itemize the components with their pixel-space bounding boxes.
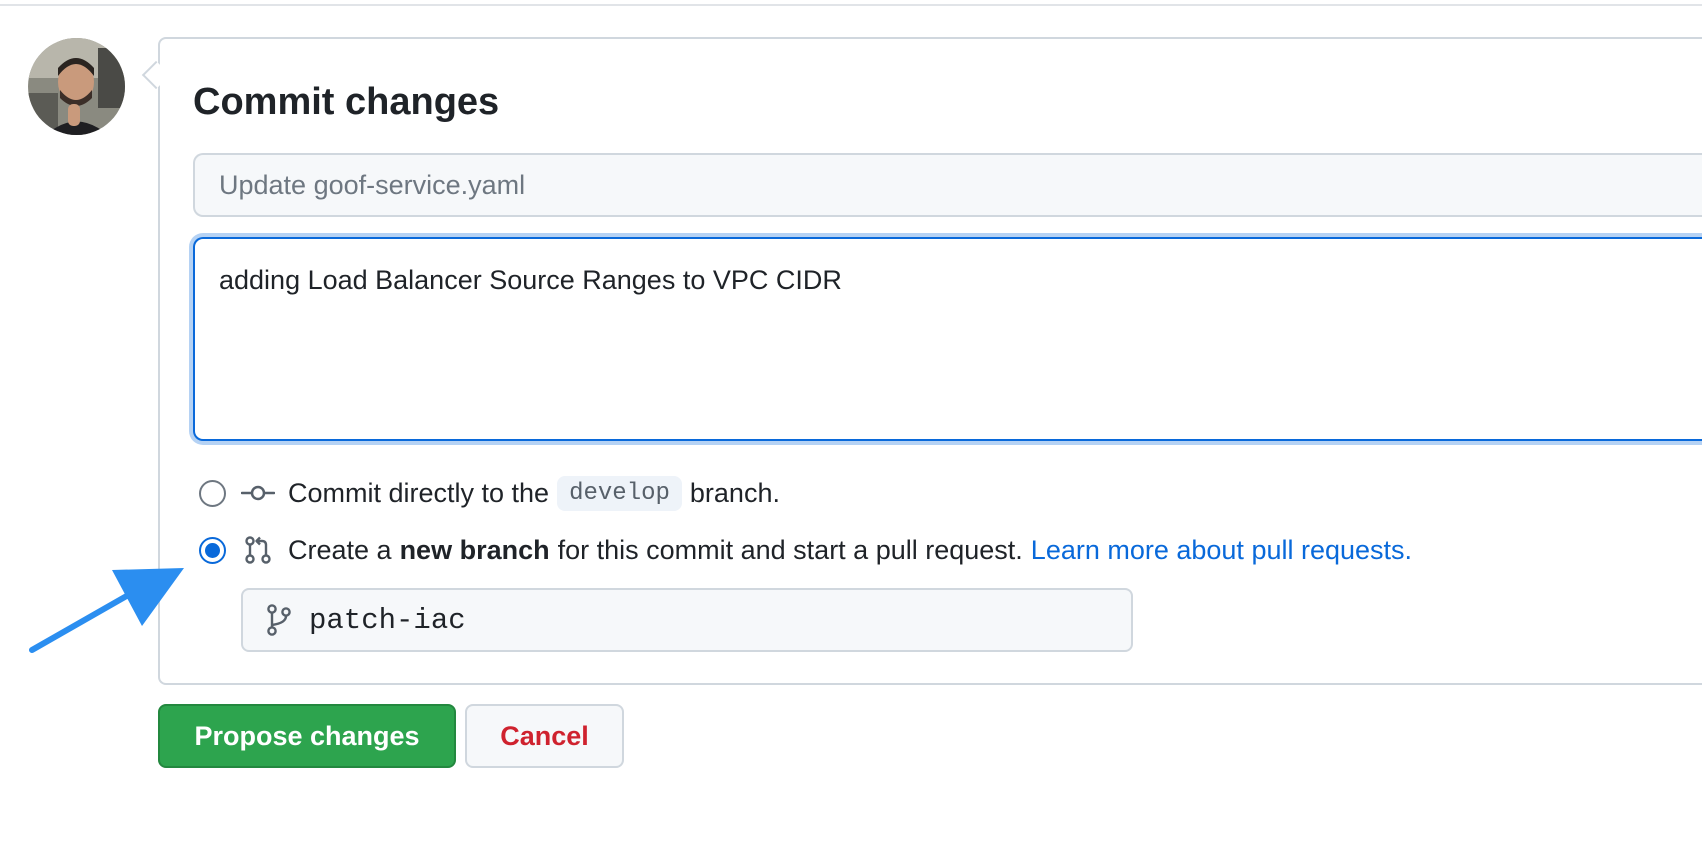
option-new-branch-bold: new branch: [399, 534, 550, 565]
branch-name-input[interactable]: [307, 602, 1091, 638]
option-new-branch-suffix: for this commit and start a pull request…: [557, 534, 1023, 565]
top-divider: [0, 4, 1702, 6]
propose-changes-button[interactable]: Propose changes: [158, 704, 456, 768]
radio-commit-directly[interactable]: [199, 479, 226, 507]
commit-description-textarea[interactable]: adding Load Balancer Source Ranges to VP…: [193, 237, 1702, 441]
cancel-button[interactable]: Cancel: [465, 704, 624, 768]
page-title: Commit changes: [193, 81, 500, 123]
learn-more-pull-requests-link[interactable]: Learn more about pull requests.: [1031, 535, 1412, 566]
option-new-branch-prefix: Create a: [288, 534, 392, 565]
git-pull-request-icon: [240, 534, 276, 566]
new-branch-field[interactable]: [241, 588, 1133, 652]
option-commit-directly[interactable]: Commit directly to the develop branch.: [199, 475, 780, 511]
option-direct-suffix: branch.: [689, 477, 780, 508]
option-direct-text: Commit directly to the: [288, 477, 550, 508]
branch-name-pill: develop: [557, 475, 682, 511]
commit-summary-input[interactable]: [193, 153, 1702, 217]
annotation-arrow-icon: [29, 568, 184, 653]
avatar[interactable]: [28, 38, 125, 135]
option-new-branch[interactable]: Create a new branch for this commit and …: [199, 533, 1412, 567]
radio-new-branch[interactable]: [199, 536, 226, 564]
git-branch-icon: [265, 604, 293, 636]
git-commit-icon: [240, 477, 276, 509]
